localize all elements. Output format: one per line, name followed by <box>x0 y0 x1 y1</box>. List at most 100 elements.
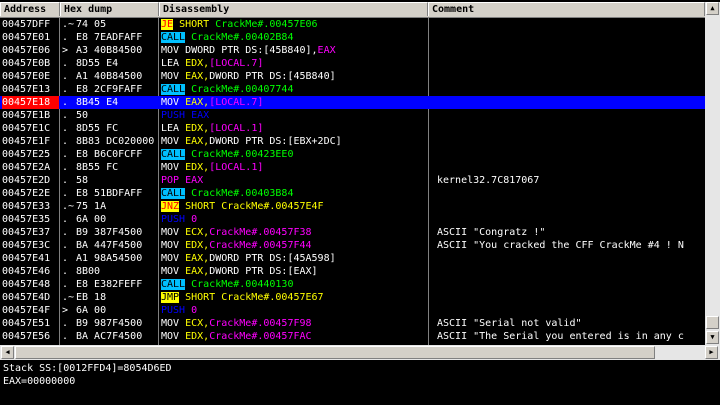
row-disassembly: PUSH 0 <box>161 213 427 226</box>
table-row[interactable]: 00457E0E. A1 40B84500 MOV EAX,DWORD PTR DS… <box>0 70 705 83</box>
row-disassembly: JNZ SHORT CrackMe#.00457E4F <box>161 200 427 213</box>
row-hex-dump: 8B55 FC <box>76 162 119 173</box>
row-disassembly: MOV EDX,CrackMe#.00457F44 <box>161 239 427 252</box>
jump-marker: . <box>62 318 69 329</box>
table-row[interactable]: 00457E1F. 8B83 DC020000 MOV EAX,DWORD PTR … <box>0 135 705 148</box>
row-address: 00457E13 <box>2 84 51 95</box>
row-address: 00457E01 <box>2 32 51 43</box>
disasm-token: EAX, <box>185 136 210 147</box>
column-header: Address Hex dump Disassembly Comment <box>0 2 705 18</box>
info-register-line: EAX=00000000 <box>3 376 76 387</box>
table-row[interactable]: 00457E41. A1 98A54500 MOV EAX,DWORD PTR DS… <box>0 252 705 265</box>
disasm-token: [LOCAL.7] <box>209 58 264 69</box>
table-row[interactable]: 00457E0B. 8D55 E4 LEA EDX,[LOCAL.7] <box>0 57 705 70</box>
disasm-token: DWORD PTR DS:[45B840] <box>209 71 336 82</box>
row-disassembly: MOV EAX,DWORD PTR DS:[45A598] <box>161 252 427 265</box>
row-disassembly: JMP SHORT CrackMe#.00457E67 <box>161 291 427 304</box>
row-hex-dump: 8D55 E4 <box>76 58 119 69</box>
row-address: 00457E33 <box>2 201 51 212</box>
disasm-token: CrackMe#.00423EE0 <box>185 149 294 160</box>
scroll-up-icon[interactable]: ▲ <box>706 2 719 15</box>
table-row[interactable]: 00457E13. E8 2CF9FAFF CALL CrackMe#.004077… <box>0 83 705 96</box>
cpu-disassembly-pane[interactable]: Address Hex dump Disassembly Comment 004… <box>0 0 720 405</box>
table-row[interactable]: 00457E56. BA AC7F4500 MOV EDX,CrackMe#.004… <box>0 330 705 343</box>
table-row[interactable]: 00457E18. 8B45 E4 MOV EAX,[LOCAL.7] <box>0 96 705 109</box>
disasm-token: ECX, <box>185 318 210 329</box>
disasm-token: CALL <box>161 149 186 160</box>
row-comment: ASCII "The Serial you entered is in any … <box>437 331 684 342</box>
table-row[interactable]: 00457E48. E8 E382FEFF CALL CrackMe#.004401… <box>0 278 705 291</box>
table-row[interactable]: 00457E4D .~ EB 18 JMP SHORT CrackMe#.00457E… <box>0 291 705 304</box>
table-row[interactable]: 00457E37. B9 387F4500 MOV ECX,CrackMe#.004… <box>0 226 705 239</box>
row-disassembly: POP EAX <box>161 174 427 187</box>
jump-marker: . <box>62 84 69 95</box>
disasm-token: CALL <box>161 188 186 199</box>
jump-marker: > <box>62 305 69 316</box>
jump-marker: . <box>62 32 69 43</box>
row-address: 00457DFF <box>2 19 51 30</box>
table-row[interactable]: 00457E4F >6A 00 PUSH 0 <box>0 304 705 317</box>
scroll-down-icon[interactable]: ▼ <box>706 331 719 344</box>
row-disassembly: CALL CrackMe#.00407744 <box>161 83 427 96</box>
table-row[interactable]: 00457E1C. 8D55 FC LEA EDX,[LOCAL.1] <box>0 122 705 135</box>
scroll-left-icon[interactable]: ◀ <box>1 346 14 359</box>
table-row[interactable]: 00457E06 > A3 40B84500 MOV DWORD PTR DS:[45… <box>0 44 705 57</box>
scroll-thumb[interactable] <box>706 316 719 329</box>
column-header-disassembly[interactable]: Disassembly <box>159 2 428 16</box>
row-disassembly: MOV EAX,DWORD PTR DS:[45B840] <box>161 70 427 83</box>
disasm-token: CALL <box>161 84 186 95</box>
vertical-scrollbar[interactable]: ▲ ▼ <box>705 2 720 345</box>
jump-marker: .~ <box>62 19 75 30</box>
jump-marker: . <box>62 266 69 277</box>
table-row[interactable]: 00457E1B. 50 PUSH EAX <box>0 109 705 122</box>
table-row[interactable]: 00457E51. B9 987F4500 MOV ECX,CrackMe#.004… <box>0 317 705 330</box>
table-row[interactable]: 00457E25. E8 B6C0FCFF CALL CrackMe#.00423E… <box>0 148 705 161</box>
row-hex-dump: 8D55 FC <box>76 123 119 134</box>
table-row[interactable]: 00457E01. E8 7EADFAFF CALL CrackMe#.00402B… <box>0 31 705 44</box>
disasm-token: EDX, <box>185 240 210 251</box>
row-hex-dump: 8B83 DC020000 <box>76 136 155 147</box>
jump-marker: . <box>62 175 69 186</box>
scroll-right-icon[interactable]: ▶ <box>705 346 718 359</box>
disasm-token: PUSH <box>161 214 192 225</box>
jump-marker: . <box>62 149 69 160</box>
jump-marker: . <box>62 162 69 173</box>
table-row[interactable]: 00457E33 .~ 75 1A JNZ SHORT CrackMe#.00457E… <box>0 200 705 213</box>
table-row[interactable]: 00457E35. 6A 00 PUSH 0 <box>0 213 705 226</box>
column-header-comment[interactable]: Comment <box>428 2 705 16</box>
row-address: 00457E56 <box>2 331 51 342</box>
jump-marker: .~ <box>62 292 75 303</box>
row-hex-dump: 8B45 E4 <box>76 97 119 108</box>
disasm-token: CALL <box>161 32 186 43</box>
table-row[interactable]: 00457E2D. 58 POP EAX kernel32.7C817067 <box>0 174 705 187</box>
jump-marker: . <box>62 331 69 342</box>
table-row[interactable]: 00457E2A. 8B55 FC MOV EDX,[LOCAL.1] <box>0 161 705 174</box>
row-disassembly: MOV EDX,CrackMe#.00457FAC <box>161 330 427 343</box>
jump-marker: . <box>62 110 69 121</box>
jump-marker: . <box>62 71 69 82</box>
row-hex-dump: EB 18 <box>76 292 107 303</box>
disasm-token: CrackMe#.00403B84 <box>185 188 294 199</box>
horizontal-scrollbar[interactable]: ◀ ▶ <box>0 345 720 360</box>
jump-marker: . <box>62 214 69 225</box>
column-header-address[interactable]: Address <box>0 2 60 16</box>
disasm-token: 0 <box>191 214 198 225</box>
jump-marker: . <box>62 58 69 69</box>
disasm-token: POP EAX <box>161 175 204 186</box>
row-disassembly: PUSH EAX <box>161 109 427 122</box>
row-address: 00457E1B <box>2 110 51 121</box>
row-hex-dump: A1 98A54500 <box>76 253 143 264</box>
disasm-token: SHORT CrackMe#.00457E67 <box>179 292 324 303</box>
row-address: 00457E37 <box>2 227 51 238</box>
disasm-token: EAX, <box>185 97 210 108</box>
disassembly-rows[interactable]: 00457DFF .~ 74 05 JE SHORT CrackMe#.00457E0… <box>0 18 705 345</box>
table-row[interactable]: 00457E46. 8B00 MOV EAX,DWORD PTR DS:[EAX] <box>0 265 705 278</box>
column-header-hex-dump[interactable]: Hex dump <box>60 2 159 16</box>
disasm-token: 0 <box>191 305 198 316</box>
jump-marker: . <box>62 279 69 290</box>
table-row[interactable]: 00457E3C. BA 447F4500 MOV EDX,CrackMe#.004… <box>0 239 705 252</box>
table-row[interactable]: 00457DFF .~ 74 05 JE SHORT CrackMe#.00457E0… <box>0 18 705 31</box>
table-row[interactable]: 00457E2E. E8 51BDFAFF CALL CrackMe#.00403B… <box>0 187 705 200</box>
horizontal-scroll-thumb[interactable] <box>15 346 655 359</box>
row-disassembly: PUSH 0 <box>161 304 427 317</box>
